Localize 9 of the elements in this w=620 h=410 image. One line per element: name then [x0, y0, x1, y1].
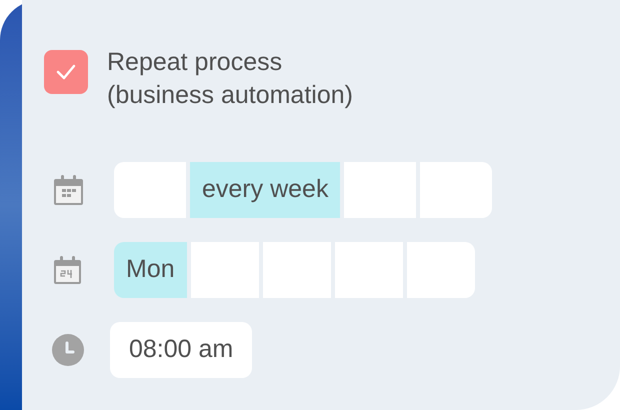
- segment-option[interactable]: every week: [190, 162, 340, 218]
- check-icon: [56, 64, 76, 80]
- checkbox-label: Repeat process (business automation): [107, 47, 353, 111]
- calendar-icon: [53, 174, 84, 206]
- clock-icon: [52, 334, 84, 366]
- checkbox[interactable]: [44, 50, 88, 94]
- time-field[interactable]: 08:00 am: [110, 322, 252, 378]
- calendar-date-icon: [53, 256, 82, 284]
- segment-option[interactable]: Mon: [114, 242, 187, 298]
